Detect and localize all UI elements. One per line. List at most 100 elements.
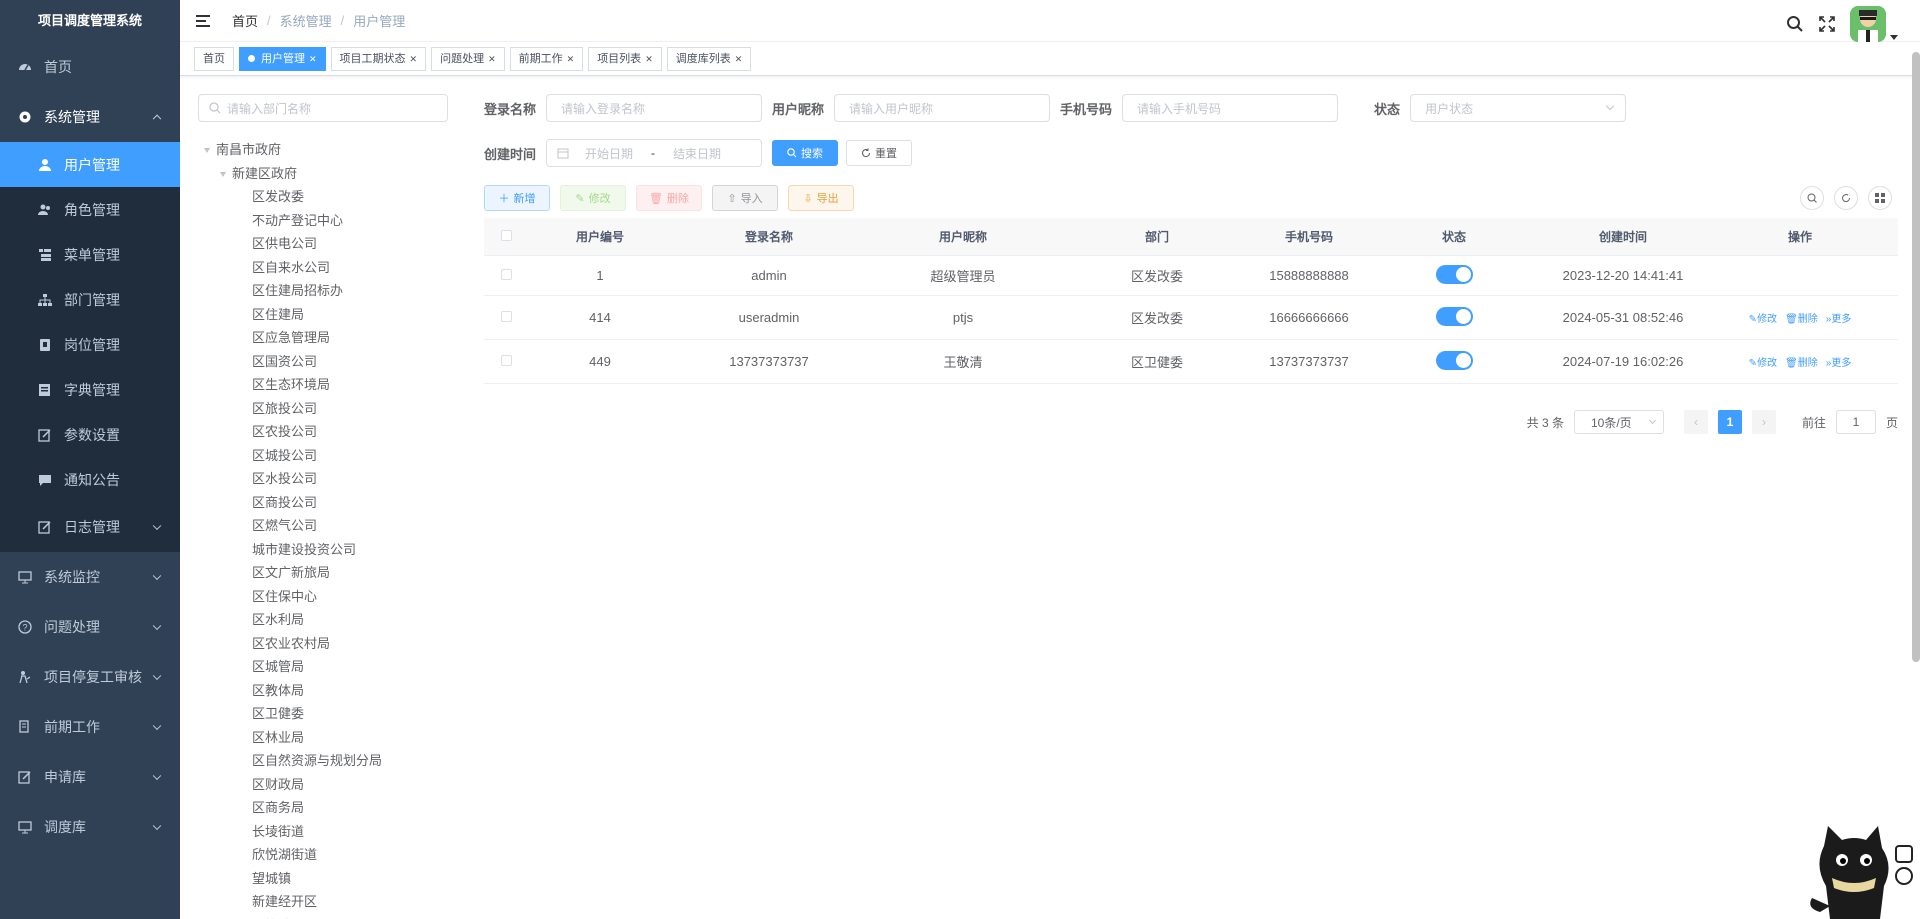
tree-node-leaf[interactable]: 区自然资源与规划分局: [198, 749, 448, 773]
tree-node-leaf[interactable]: 望城镇: [198, 867, 448, 891]
tree-node-leaf[interactable]: 区住保中心: [198, 585, 448, 609]
caret-down-icon[interactable]: [204, 148, 210, 154]
reset-button[interactable]: 重置: [846, 140, 913, 166]
tree-node-leaf[interactable]: 区供电公司: [198, 232, 448, 256]
sidebar-item-logs[interactable]: 日志管理: [0, 502, 180, 552]
breadcrumb-home[interactable]: 首页: [232, 11, 258, 30]
export-button[interactable]: ⇩ 导出: [788, 185, 854, 211]
tree-node-leaf[interactable]: 石埠镇: [198, 914, 448, 919]
row-delete-button[interactable]: 🗑删除: [1785, 310, 1818, 325]
tree-node-leaf[interactable]: 区卫健委: [198, 702, 448, 726]
tree-node-root[interactable]: 南昌市政府: [198, 138, 448, 162]
tree-node-leaf[interactable]: 城市建设投资公司: [198, 538, 448, 562]
tree-node-child[interactable]: 新建区政府: [198, 162, 448, 186]
tree-node-leaf[interactable]: 区自来水公司: [198, 256, 448, 280]
sidebar-item-issues[interactable]: ? 问题处理: [0, 602, 180, 652]
tag-project-status[interactable]: 项目工期状态 ✕: [330, 46, 427, 71]
sidebar-item-posts[interactable]: 岗位管理: [0, 322, 180, 367]
tree-node-leaf[interactable]: 长堎街道: [198, 820, 448, 844]
sidebar-item-menus[interactable]: 菜单管理: [0, 232, 180, 277]
sidebar-item-dispatch[interactable]: 调度库: [0, 802, 180, 852]
close-icon[interactable]: ✕: [488, 48, 496, 70]
tree-node-leaf[interactable]: 区城管局: [198, 655, 448, 679]
tree-node-leaf[interactable]: 区城投公司: [198, 444, 448, 468]
next-page-button[interactable]: ›: [1751, 410, 1776, 434]
tree-node-leaf[interactable]: 区商投公司: [198, 491, 448, 515]
sidebar-item-users[interactable]: 用户管理: [0, 142, 180, 187]
row-checkbox[interactable]: [500, 311, 512, 322]
sidebar-item-monitor[interactable]: 系统监控: [0, 552, 180, 602]
hamburger-icon[interactable]: [196, 14, 212, 27]
tag-users[interactable]: 用户管理 ✕: [239, 46, 326, 71]
search-icon[interactable]: [1786, 15, 1804, 33]
sidebar-item-dict[interactable]: 字典管理: [0, 367, 180, 412]
tree-node-leaf[interactable]: 区商务局: [198, 796, 448, 820]
table-row[interactable]: 1 admin 超级管理员 区发改委 15888888888 2023-12-20 14:…: [484, 256, 1898, 296]
row-more-button[interactable]: »更多: [1826, 310, 1852, 325]
refresh-button[interactable]: [1834, 186, 1858, 210]
status-toggle[interactable]: [1435, 264, 1473, 284]
tree-node-leaf[interactable]: 欣悦湖街道: [198, 843, 448, 867]
goto-input[interactable]: 1: [1835, 410, 1876, 434]
add-button[interactable]: ＋新增: [484, 185, 550, 211]
sidebar-item-notice[interactable]: 通知公告: [0, 457, 180, 502]
dept-search-input[interactable]: 请输入部门名称: [198, 94, 448, 122]
fullscreen-icon[interactable]: [1818, 15, 1836, 33]
row-edit-button[interactable]: ✎修改: [1749, 354, 1777, 369]
tree-node-leaf[interactable]: 区住建局: [198, 303, 448, 327]
columns-button[interactable]: [1868, 186, 1892, 210]
tree-node-leaf[interactable]: 区教体局: [198, 679, 448, 703]
tree-node-leaf[interactable]: 区国资公司: [198, 350, 448, 374]
row-more-button[interactable]: »更多: [1826, 354, 1852, 369]
table-row[interactable]: 449 13737373737 王敬清 区卫健委 13737373737 2024-07-…: [484, 340, 1898, 384]
tree-node-leaf[interactable]: 区农投公司: [198, 420, 448, 444]
caret-down-icon[interactable]: [220, 171, 226, 177]
nick-input[interactable]: 请输入用户昵称: [834, 94, 1051, 122]
tree-node-leaf[interactable]: 区住建局招标办: [198, 279, 448, 303]
delete-button[interactable]: 🗑 删除: [636, 185, 702, 211]
status-select[interactable]: 用户状态: [1410, 94, 1627, 122]
sidebar-item-home[interactable]: 首页: [0, 42, 180, 92]
tree-node-leaf[interactable]: 区发改委: [198, 185, 448, 209]
tree-node-leaf[interactable]: 区文广新旅局: [198, 561, 448, 585]
close-icon[interactable]: ✕: [567, 48, 575, 70]
tree-node-leaf[interactable]: 区燃气公司: [198, 514, 448, 538]
toggle-search-button[interactable]: [1800, 186, 1824, 210]
tree-node-leaf[interactable]: 区应急管理局: [198, 326, 448, 350]
sidebar-item-params[interactable]: 参数设置: [0, 412, 180, 457]
phone-input[interactable]: 请输入手机号码: [1122, 94, 1339, 122]
tree-node-leaf[interactable]: 区生态环境局: [198, 373, 448, 397]
tree-node-leaf[interactable]: 区财政局: [198, 773, 448, 797]
page-number[interactable]: 1: [1717, 410, 1742, 434]
row-edit-button[interactable]: ✎修改: [1749, 310, 1777, 325]
tag-issues[interactable]: 问题处理 ✕: [431, 46, 505, 71]
caret-down-icon[interactable]: [1890, 34, 1898, 40]
table-row[interactable]: 414 useradmin ptjs 区发改委 16666666666 2024-05-3…: [484, 296, 1898, 340]
tree-node-leaf[interactable]: 新建经开区: [198, 890, 448, 914]
page-size-select[interactable]: 10条/页: [1573, 410, 1664, 434]
sidebar-item-depts[interactable]: 部门管理: [0, 277, 180, 322]
search-button[interactable]: 搜索: [772, 140, 839, 166]
sidebar-item-system[interactable]: 系统管理: [0, 92, 180, 142]
tag-project-list[interactable]: 项目列表 ✕: [588, 46, 662, 71]
tree-node-leaf[interactable]: 不动产登记中心: [198, 209, 448, 233]
row-delete-button[interactable]: 🗑删除: [1785, 354, 1818, 369]
tag-dispatch-list[interactable]: 调度库列表 ✕: [666, 46, 752, 71]
close-icon[interactable]: ✕: [309, 48, 317, 70]
sidebar-item-roles[interactable]: 角色管理: [0, 187, 180, 232]
close-icon[interactable]: ✕: [645, 48, 653, 70]
date-range-input[interactable]: 开始日期 - 结束日期: [546, 139, 763, 167]
tree-node-leaf[interactable]: 区农业农村局: [198, 632, 448, 656]
login-input[interactable]: 请输入登录名称: [546, 94, 763, 122]
close-icon[interactable]: ✕: [410, 48, 418, 70]
select-all-checkbox[interactable]: [500, 229, 512, 241]
prev-page-button[interactable]: ‹: [1683, 410, 1708, 434]
import-button[interactable]: ⇧ 导入: [712, 185, 778, 211]
tree-node-leaf[interactable]: 区林业局: [198, 726, 448, 750]
sidebar-item-apply[interactable]: 申请库: [0, 752, 180, 802]
status-toggle[interactable]: [1435, 350, 1473, 370]
close-icon[interactable]: ✕: [735, 48, 743, 70]
scrollbar[interactable]: [1912, 52, 1920, 662]
tree-node-leaf[interactable]: 区水利局: [198, 608, 448, 632]
tree-node-leaf[interactable]: 区水投公司: [198, 467, 448, 491]
